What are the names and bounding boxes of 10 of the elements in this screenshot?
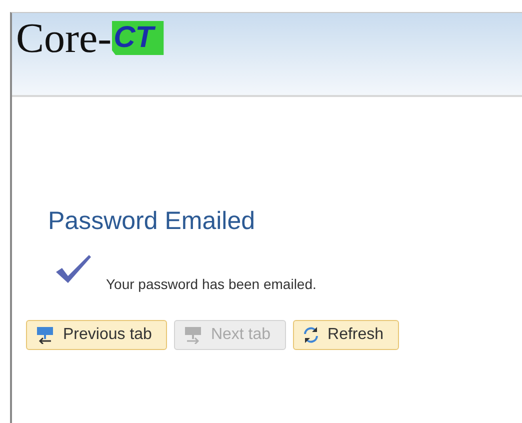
checkmark-icon (54, 254, 92, 284)
confirmation-message: Your password has been emailed. (106, 276, 316, 292)
previous-tab-button[interactable]: Previous tab (26, 320, 167, 350)
monitor-arrow-icon (182, 326, 203, 344)
refresh-button[interactable]: Refresh (292, 320, 399, 350)
logo-badge: CT (112, 21, 164, 55)
refresh-icon (302, 326, 320, 344)
logo-text: Core- (16, 17, 112, 61)
page-heading: Password Emailed (48, 207, 256, 236)
monitor-arrow-icon (35, 326, 55, 344)
